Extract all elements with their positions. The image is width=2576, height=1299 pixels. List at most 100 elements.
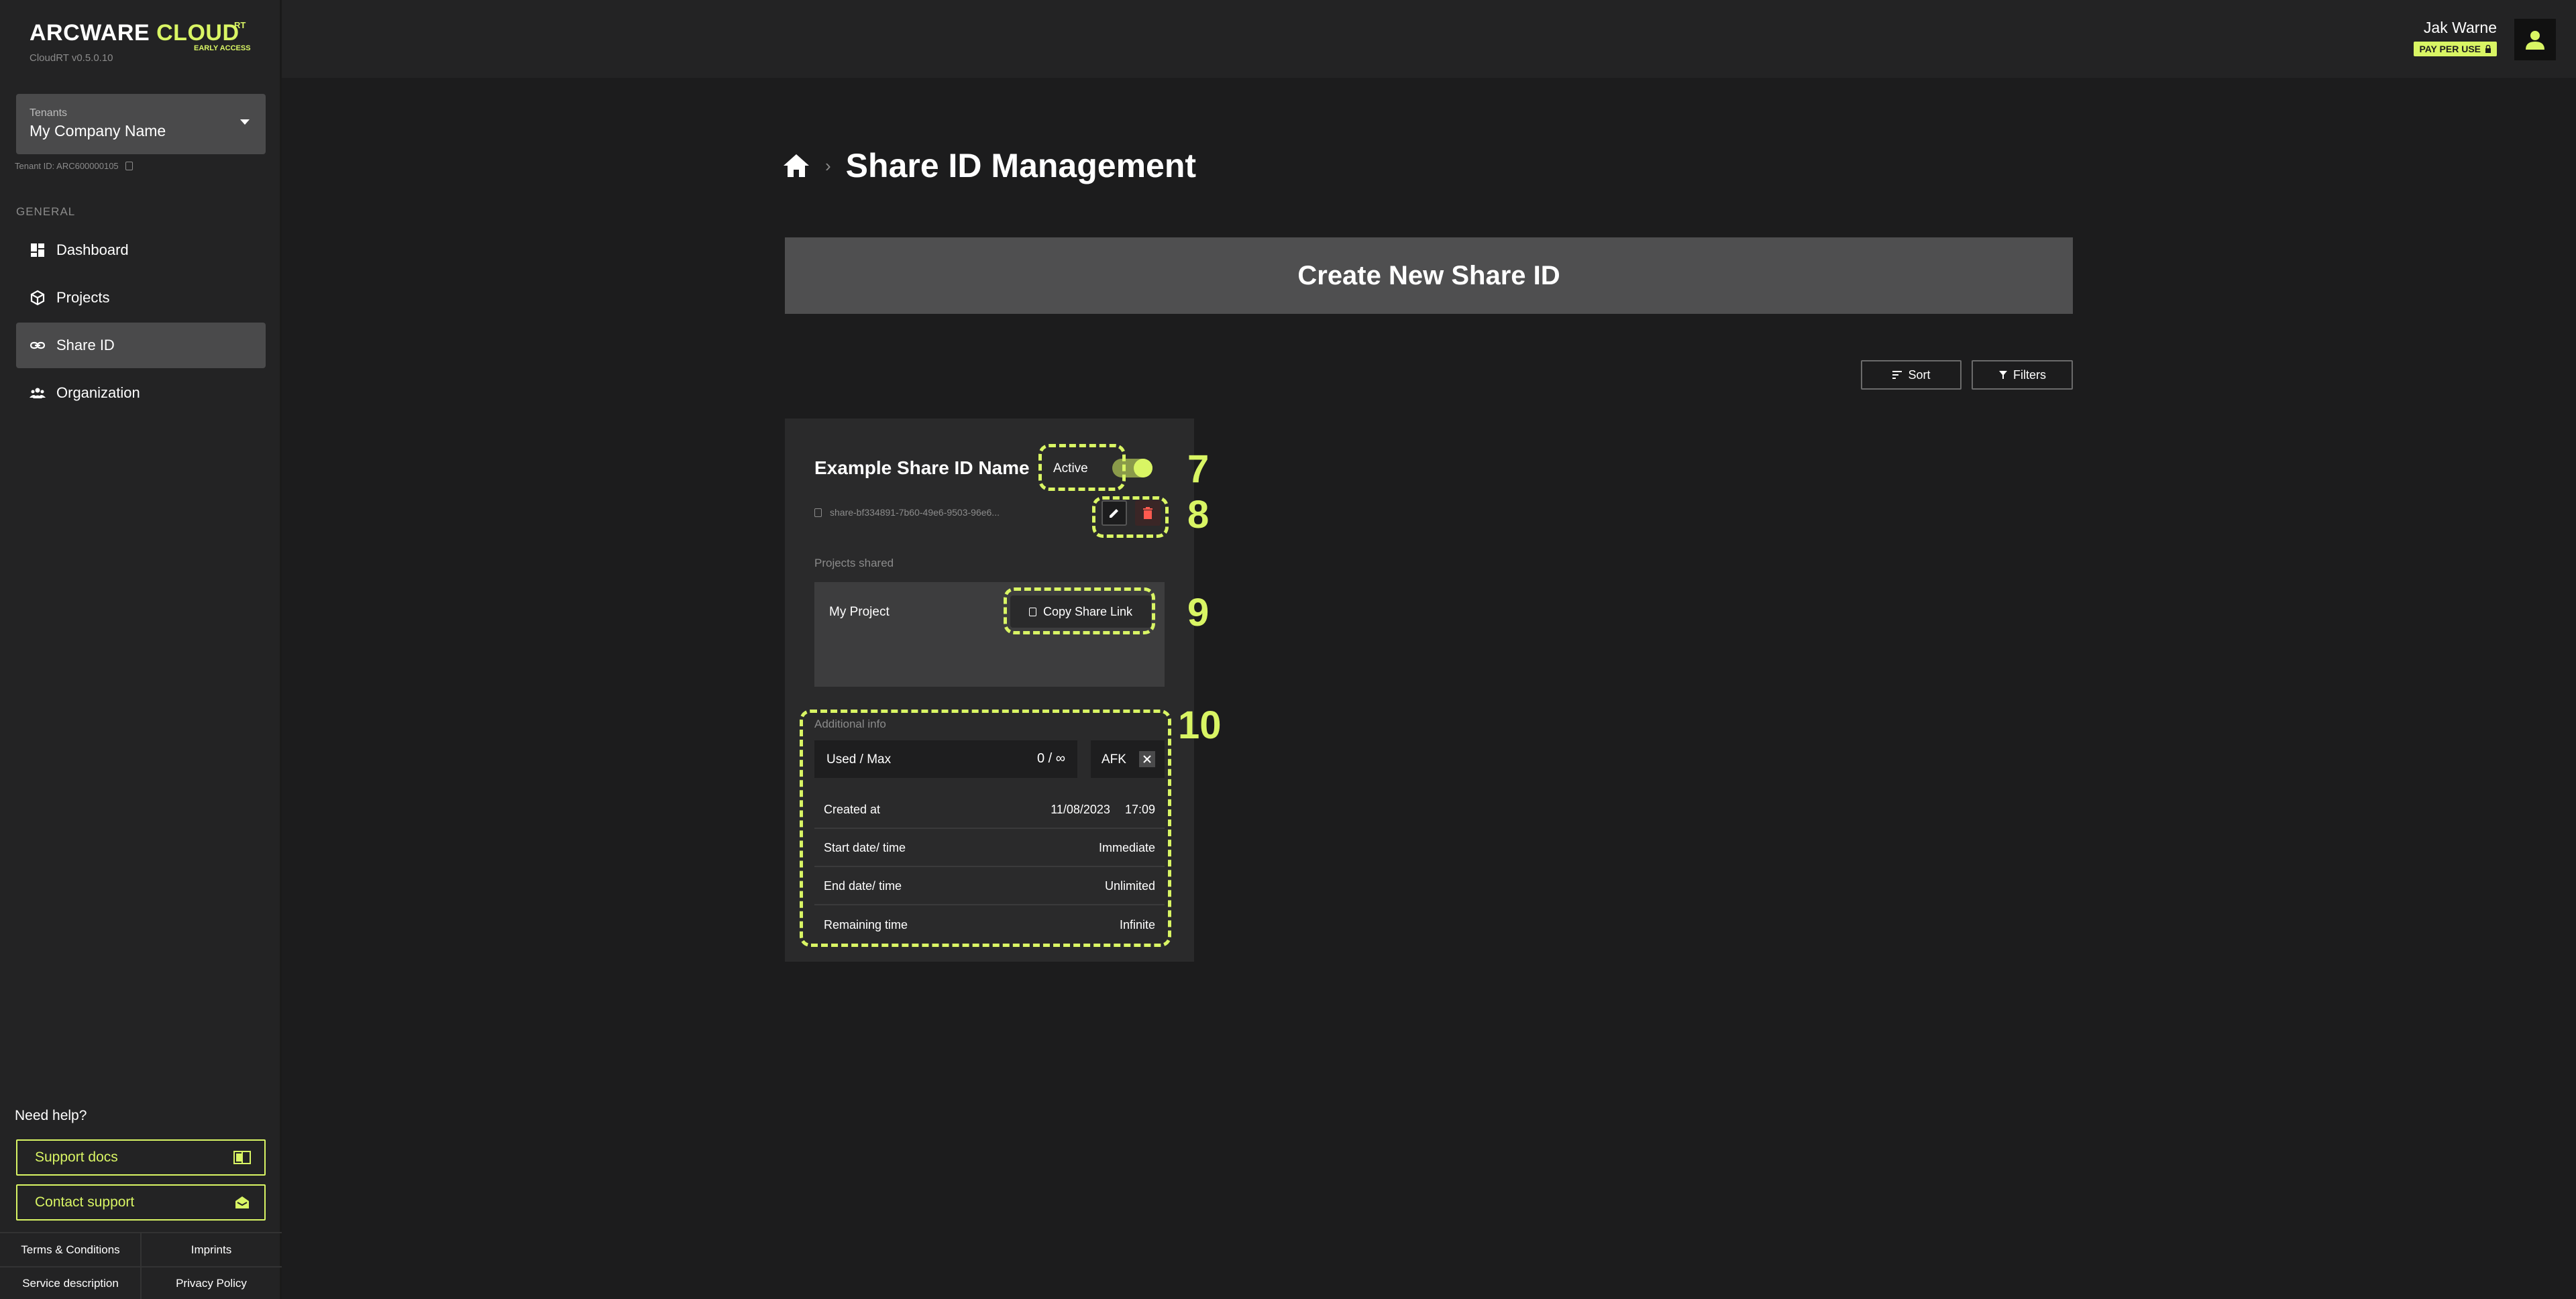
filters-button[interactable]: Filters: [1972, 360, 2073, 390]
copy-share-link-label: Copy Share Link: [1042, 604, 1133, 618]
brand-superscript: RT: [234, 20, 246, 30]
dashboard-icon: [30, 242, 46, 258]
info-label: End date/ time: [824, 879, 902, 893]
annotation-number: 10: [1178, 703, 1222, 747]
support-docs-button[interactable]: Support docs: [16, 1139, 266, 1176]
sort-label: Sort: [1908, 368, 1931, 382]
annotation-number: 9: [1187, 591, 1210, 634]
usage-caption: Used / Max: [826, 752, 892, 767]
share-id-row: share-bf334891-7b60-49e6-9503-96e6...: [814, 507, 1000, 518]
info-value-group: 11/08/2023 17:09: [1051, 803, 1155, 817]
info-row-end: End date/ time Unlimited: [814, 868, 1165, 905]
projects-shared-label: Projects shared: [814, 557, 894, 569]
info-row-created: Created at 11/08/2023 17:09: [814, 791, 1165, 829]
info-row-start: Start date/ time Immediate: [814, 830, 1165, 867]
share-id-name: Example Share ID Name: [814, 457, 1030, 478]
brand-tag: EARLY ACCESS: [194, 44, 251, 52]
chevron-down-icon: [240, 119, 250, 125]
link-icon: [30, 337, 46, 353]
support-docs-label: Support docs: [35, 1149, 118, 1165]
brand-wordmark: ARCWARE CLOUD: [30, 20, 258, 46]
copy-icon: [1028, 607, 1036, 616]
pencil-icon: [1110, 509, 1118, 518]
sort-icon: [1892, 371, 1902, 379]
project-name: My Project: [829, 605, 890, 619]
sidebar-footer: Terms & Conditions Imprints Service desc…: [0, 1232, 282, 1299]
contact-support-button[interactable]: Contact support: [16, 1184, 266, 1221]
people-icon: [30, 385, 46, 401]
tenant-id-text: Tenant ID: ARC600000105: [15, 161, 119, 171]
info-value-time: 17:09: [1124, 802, 1155, 816]
plan-badge-label: PAY PER USE: [2419, 44, 2481, 54]
usage-field: Used / Max 0 / ∞: [814, 740, 1077, 778]
service-description-link[interactable]: Service description: [0, 1267, 141, 1299]
afk-field: AFK: [1091, 740, 1165, 778]
sidebar-item-label: Dashboard: [56, 241, 129, 258]
app-version: CloudRT v0.5.0.10: [30, 52, 113, 64]
sidebar-item-organization[interactable]: Organization: [16, 370, 266, 416]
mail-icon: [235, 1196, 249, 1208]
info-value: Unlimited: [1104, 879, 1155, 893]
page-title: Share ID Management: [845, 147, 1197, 184]
info-value: 11/08/2023: [1051, 802, 1110, 816]
tenant-id: Tenant ID: ARC600000105: [15, 161, 133, 171]
sidebar-item-share-id[interactable]: Share ID: [16, 323, 266, 368]
edit-button[interactable]: [1102, 500, 1127, 526]
active-toggle[interactable]: [1112, 459, 1152, 477]
afk-label: AFK: [1102, 752, 1126, 767]
sidebar-item-label: Share ID: [56, 337, 115, 353]
lock-icon: [2485, 45, 2491, 53]
copy-share-link-button[interactable]: Copy Share Link: [1010, 596, 1151, 628]
user-name: Jak Warne: [2423, 19, 2497, 36]
brand-name-prefix: ARCWARE: [30, 20, 150, 46]
delete-button[interactable]: [1135, 500, 1161, 526]
book-icon: [233, 1151, 251, 1164]
tenant-name: My Company Name: [30, 122, 166, 139]
sort-button[interactable]: Sort: [1861, 360, 1962, 390]
help-title: Need help?: [15, 1108, 87, 1123]
top-bar: Jak Warne PAY PER USE: [282, 0, 2576, 78]
terms-link[interactable]: Terms & Conditions: [0, 1233, 141, 1267]
brand-name-suffix: CLOUD: [156, 20, 239, 46]
sidebar-item-dashboard[interactable]: Dashboard: [16, 227, 266, 273]
user-icon: [2526, 31, 2544, 50]
status-label: Active: [1053, 461, 1088, 475]
avatar[interactable]: [2514, 19, 2556, 60]
imprints-link[interactable]: Imprints: [141, 1233, 282, 1267]
sidebar-item-label: Projects: [56, 289, 110, 306]
close-icon[interactable]: [1139, 751, 1155, 767]
filters-label: Filters: [2013, 368, 2046, 382]
copy-icon[interactable]: [814, 508, 822, 517]
plan-badge: PAY PER USE: [2414, 42, 2497, 56]
info-label: Remaining time: [824, 917, 908, 931]
info-row-remaining: Remaining time Infinite: [814, 906, 1165, 944]
annotation-number: 7: [1187, 447, 1210, 491]
info-label: Created at: [824, 802, 881, 816]
sidebar-item-projects[interactable]: Projects: [16, 275, 266, 321]
nav-section-label: GENERAL: [16, 205, 76, 218]
contact-support-label: Contact support: [35, 1194, 135, 1210]
share-id-value: share-bf334891-7b60-49e6-9503-96e6...: [830, 507, 1000, 518]
breadcrumb-separator: ›: [825, 155, 831, 176]
sidebar-item-label: Organization: [56, 384, 140, 401]
filter-icon: [1999, 371, 2007, 379]
cube-icon: [30, 290, 46, 306]
shared-project-item: My Project Copy Share Link: [814, 582, 1165, 687]
home-icon[interactable]: [782, 153, 810, 178]
tenant-select[interactable]: Tenants My Company Name: [16, 94, 266, 154]
sidebar: ARCWARE CLOUD RT EARLY ACCESS CloudRT v0…: [0, 0, 282, 1299]
breadcrumb: › Share ID Management: [782, 146, 1196, 185]
trash-icon: [1143, 507, 1152, 519]
copy-icon[interactable]: [125, 162, 133, 170]
annotation-number: 8: [1187, 493, 1210, 536]
additional-info-label: Additional info: [814, 718, 886, 730]
tenant-caption: Tenants: [30, 107, 68, 119]
info-value: Immediate: [1098, 840, 1155, 854]
create-share-id-button[interactable]: Create New Share ID: [785, 237, 2073, 314]
info-label: Start date/ time: [824, 840, 906, 854]
share-id-card: Example Share ID Name Active share-bf334…: [785, 418, 1194, 962]
app-root: ARCWARE CLOUD RT EARLY ACCESS CloudRT v0…: [0, 0, 2576, 1299]
usage-value: 0 / ∞: [1036, 751, 1065, 766]
toggle-knob: [1134, 459, 1152, 477]
privacy-policy-link[interactable]: Privacy Policy: [141, 1267, 282, 1299]
